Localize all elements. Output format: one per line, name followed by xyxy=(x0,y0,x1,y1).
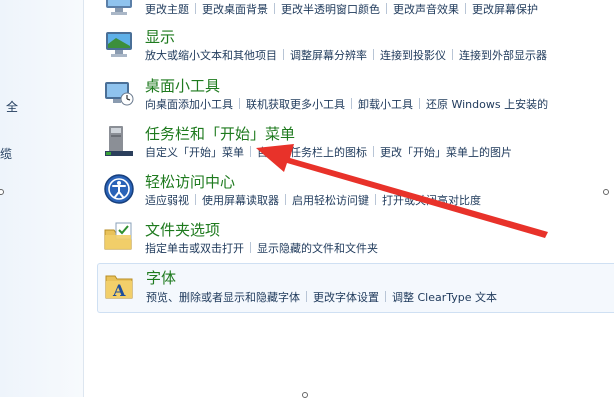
category-links: 适应弱视 使用屏幕读取器 启用轻松访问键 打开或关闭高对比度 xyxy=(145,192,481,208)
left-pane-text-fragment[interactable]: 缆 xyxy=(0,145,12,162)
category-title[interactable]: 轻松访问中心 xyxy=(145,171,235,192)
gadgets-icon xyxy=(105,82,134,106)
link-connect-projector[interactable]: 连接到投影仪 xyxy=(380,49,446,62)
category-taskbar-start-menu: 任务栏和「开始」菜单 自定义「开始」菜单 自定义任务栏上的图标 更改「开始」菜单上的… xyxy=(97,123,614,165)
category-fonts: A 字体 预览、删除或者显示和隐藏字体 更改字体设置 调整 ClearType 文本 xyxy=(97,263,614,313)
category-personalization: 更改主题 更改桌面背景 更改半透明窗口颜色 更改声音效果 更改屏幕保护 xyxy=(97,0,614,20)
display-icon xyxy=(106,32,132,57)
fonts-icon: A xyxy=(105,275,133,300)
category-links: 自定义「开始」菜单 自定义任务栏上的图标 更改「开始」菜单上的图片 xyxy=(145,144,512,160)
category-title[interactable]: 桌面小工具 xyxy=(145,75,220,96)
link-change-font-settings[interactable]: 更改字体设置 xyxy=(313,291,379,304)
link-text-size[interactable]: 放大或缩小文本和其他项目 xyxy=(145,49,277,62)
category-title[interactable]: 文件夹选项 xyxy=(145,219,220,240)
monitor-personalize-icon xyxy=(106,0,132,15)
link-add-gadgets[interactable]: 向桌面添加小工具 xyxy=(145,98,233,111)
svg-text:A: A xyxy=(112,281,126,300)
left-navigation-pane: 全 缆 xyxy=(0,0,84,397)
link-connect-external-display[interactable]: 连接到外部显示器 xyxy=(459,49,547,62)
link-single-double-click[interactable]: 指定单击或双击打开 xyxy=(145,242,244,255)
link-ease-of-access-keys[interactable]: 启用轻松访问键 xyxy=(292,194,369,207)
link-preview-delete-fonts[interactable]: 预览、删除或者显示和隐藏字体 xyxy=(146,291,300,304)
link-change-background[interactable]: 更改桌面背景 xyxy=(202,3,268,16)
link-adjust-cleartype[interactable]: 调整 ClearType 文本 xyxy=(392,291,497,304)
link-change-start-menu-picture[interactable]: 更改「开始」菜单上的图片 xyxy=(380,146,512,159)
ease-of-access-icon xyxy=(104,174,134,204)
link-screen-reader[interactable]: 使用屏幕读取器 xyxy=(202,194,279,207)
category-folder-options: 文件夹选项 指定单击或双击打开 显示隐藏的文件和文件夹 xyxy=(97,219,614,261)
link-uninstall-gadget[interactable]: 卸载小工具 xyxy=(358,98,413,111)
link-get-more-gadgets[interactable]: 联机获取更多小工具 xyxy=(246,98,345,111)
category-links: 指定单击或双击打开 显示隐藏的文件和文件夹 xyxy=(145,240,378,256)
link-change-screensaver[interactable]: 更改屏幕保护 xyxy=(472,3,538,16)
folder-options-icon xyxy=(104,222,132,250)
taskbar-icon xyxy=(105,126,133,156)
link-show-hidden-files[interactable]: 显示隐藏的文件和文件夹 xyxy=(257,242,378,255)
link-change-glass-color[interactable]: 更改半透明窗口颜色 xyxy=(281,3,380,16)
link-customize-taskbar-icons[interactable]: 自定义任务栏上的图标 xyxy=(257,146,367,159)
link-restore-gadgets[interactable]: 还原 Windows 上安装的 xyxy=(426,98,548,111)
left-pane-text-fragment[interactable]: 全 xyxy=(6,98,18,115)
category-links: 更改主题 更改桌面背景 更改半透明窗口颜色 更改声音效果 更改屏幕保护 xyxy=(145,1,538,17)
category-links: 放大或缩小文本和其他项目 调整屏幕分辨率 连接到投影仪 连接到外部显示器 xyxy=(145,47,547,63)
category-display: 显示 放大或缩小文本和其他项目 调整屏幕分辨率 连接到投影仪 连接到外部显示器 xyxy=(97,26,614,68)
link-high-contrast[interactable]: 打开或关闭高对比度 xyxy=(382,194,481,207)
link-customize-start-menu[interactable]: 自定义「开始」菜单 xyxy=(145,146,244,159)
category-links: 向桌面添加小工具 联机获取更多小工具 卸载小工具 还原 Windows 上安装的 xyxy=(145,96,548,112)
category-gadgets: 桌面小工具 向桌面添加小工具 联机获取更多小工具 卸载小工具 还原 Windows 上… xyxy=(97,75,614,117)
category-title[interactable]: 显示 xyxy=(145,26,175,47)
category-title[interactable]: 任务栏和「开始」菜单 xyxy=(145,123,295,144)
link-screen-resolution[interactable]: 调整屏幕分辨率 xyxy=(290,49,367,62)
link-change-sounds[interactable]: 更改声音效果 xyxy=(393,3,459,16)
control-panel-content: 更改主题 更改桌面背景 更改半透明窗口颜色 更改声音效果 更改屏幕保护 显示 放大或缩小… xyxy=(83,0,614,397)
category-links: 预览、删除或者显示和隐藏字体 更改字体设置 调整 ClearType 文本 xyxy=(146,289,497,305)
link-change-theme[interactable]: 更改主题 xyxy=(145,3,189,16)
category-title[interactable]: 字体 xyxy=(146,267,176,288)
link-low-vision[interactable]: 适应弱视 xyxy=(145,194,189,207)
category-ease-of-access: 轻松访问中心 适应弱视 使用屏幕读取器 启用轻松访问键 打开或关闭高对比度 xyxy=(97,171,614,213)
